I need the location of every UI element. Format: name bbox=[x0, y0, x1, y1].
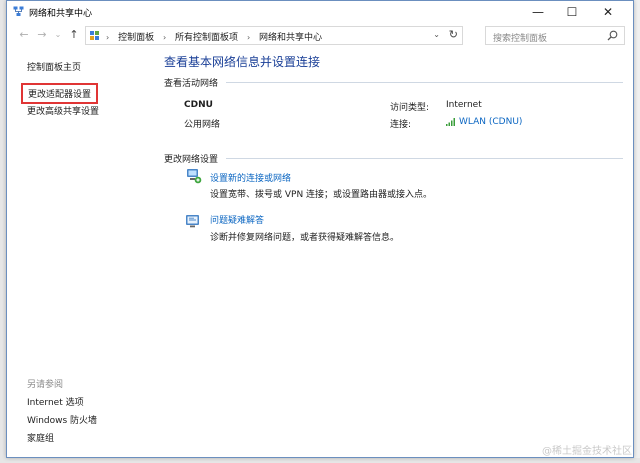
sidebar: 控制面板主页 更改适配器设置 更改高级共享设置 另请参阅 Internet 选项… bbox=[7, 47, 155, 457]
main-content: 查看基本网络信息并设置连接 查看活动网络 CDNU 公用网络 访问类型: Int… bbox=[164, 47, 624, 457]
section-divider bbox=[226, 158, 623, 159]
close-button[interactable]: ✕ bbox=[591, 1, 625, 23]
window-title: 网络和共享中心 bbox=[29, 9, 93, 19]
background-desktop-bottom bbox=[0, 458, 640, 463]
connection-link-text[interactable]: WLAN (CDNU) bbox=[459, 117, 522, 127]
sidebar-item-control-panel-home[interactable]: 控制面板主页 bbox=[27, 60, 81, 73]
see-also-title: 另请参阅 bbox=[27, 380, 64, 390]
active-networks-label: 查看活动网络 bbox=[164, 79, 219, 89]
breadcrumb-all-items[interactable]: 所有控制面板项 bbox=[175, 30, 238, 43]
setup-connection-description: 设置宽带、拨号或 VPN 连接；或设置路由器或接入点。 bbox=[210, 190, 433, 200]
address-bar[interactable]: › 控制面板 › 所有控制面板项 › 网络和共享中心 ⌄ ↻ bbox=[85, 26, 463, 45]
control-panel-icon bbox=[90, 31, 99, 40]
control-panel-window: 网络和共享中心 — ☐ ✕ ← → ⌄ ↑ › 控制面板 › 所有控制面板项 ›… bbox=[6, 0, 634, 458]
troubleshoot-link[interactable]: 问题疑难解答 bbox=[210, 213, 264, 226]
troubleshoot-icon bbox=[186, 215, 199, 228]
section-divider bbox=[226, 82, 623, 83]
wifi-signal-icon bbox=[446, 117, 455, 126]
sidebar-item-change-adapter-settings[interactable]: 更改适配器设置 bbox=[21, 83, 99, 104]
breadcrumb-separator: › bbox=[106, 33, 110, 42]
search-icon[interactable] bbox=[607, 30, 618, 41]
network-type: 公用网络 bbox=[184, 120, 221, 130]
sidebar-item-advanced-sharing-settings[interactable]: 更改高级共享设置 bbox=[27, 104, 99, 117]
search-input[interactable]: 搜索控制面板 bbox=[485, 26, 625, 45]
connection-label: 连接: bbox=[390, 120, 412, 130]
back-arrow-icon[interactable]: ← bbox=[17, 28, 31, 42]
connection-link[interactable]: WLAN (CDNU) bbox=[446, 117, 522, 127]
refresh-icon[interactable]: ↻ bbox=[449, 28, 458, 41]
recent-locations-icon[interactable]: ⌄ bbox=[51, 28, 65, 42]
access-type-value: Internet bbox=[446, 100, 482, 110]
setup-connection-link[interactable]: 设置新的连接或网络 bbox=[210, 171, 291, 184]
address-dropdown-icon[interactable]: ⌄ bbox=[433, 30, 440, 39]
title-bar[interactable]: 网络和共享中心 — ☐ ✕ bbox=[7, 1, 633, 23]
see-also-internet-options[interactable]: Internet 选项 bbox=[27, 395, 84, 408]
change-settings-label: 更改网络设置 bbox=[164, 155, 219, 165]
see-also-windows-firewall[interactable]: Windows 防火墙 bbox=[27, 413, 97, 426]
network-name: CDNU bbox=[184, 100, 213, 110]
troubleshoot-description: 诊断并修复网络问题，或者获得疑难解答信息。 bbox=[210, 233, 400, 243]
address-toolbar: ← → ⌄ ↑ › 控制面板 › 所有控制面板项 › 网络和共享中心 ⌄ ↻ 搜… bbox=[7, 24, 633, 46]
breadcrumb-network-center[interactable]: 网络和共享中心 bbox=[259, 30, 322, 43]
network-setup-icon bbox=[187, 169, 202, 184]
up-arrow-icon[interactable]: ↑ bbox=[67, 28, 81, 42]
breadcrumb-separator[interactable]: › bbox=[247, 33, 250, 42]
forward-arrow-icon[interactable]: → bbox=[35, 28, 49, 42]
page-title: 查看基本网络信息并设置连接 bbox=[164, 55, 321, 69]
maximize-button[interactable]: ☐ bbox=[555, 1, 589, 23]
breadcrumb-separator[interactable]: › bbox=[163, 33, 166, 42]
breadcrumb-control-panel[interactable]: 控制面板 bbox=[118, 30, 154, 43]
see-also-homegroup[interactable]: 家庭组 bbox=[27, 431, 54, 444]
breadcrumb: › 控制面板 › 所有控制面板项 › 网络和共享中心 bbox=[106, 30, 328, 43]
watermark: @稀土掘金技术社区 bbox=[542, 446, 632, 457]
search-placeholder: 搜索控制面板 bbox=[493, 34, 548, 44]
network-center-icon bbox=[13, 6, 24, 16]
access-type-label: 访问类型: bbox=[390, 103, 430, 113]
minimize-button[interactable]: — bbox=[521, 1, 555, 23]
